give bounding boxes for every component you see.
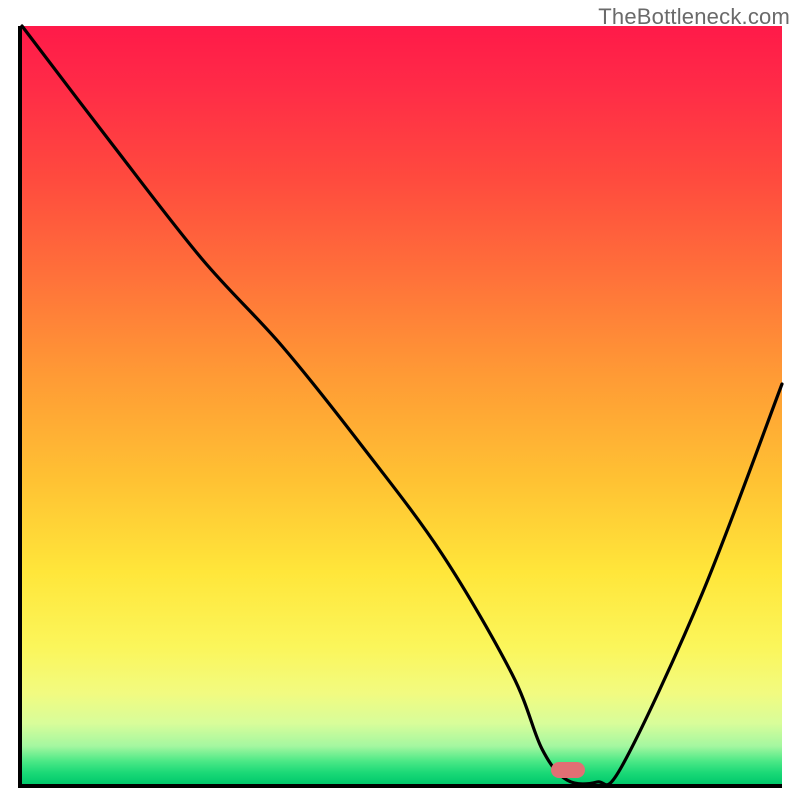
- watermark-text: TheBottleneck.com: [598, 4, 790, 30]
- bottleneck-curve: [22, 26, 782, 784]
- axes-frame: [18, 26, 782, 788]
- chart-container: TheBottleneck.com: [0, 0, 800, 800]
- minimum-marker: [551, 762, 585, 778]
- plot-area: [22, 26, 782, 784]
